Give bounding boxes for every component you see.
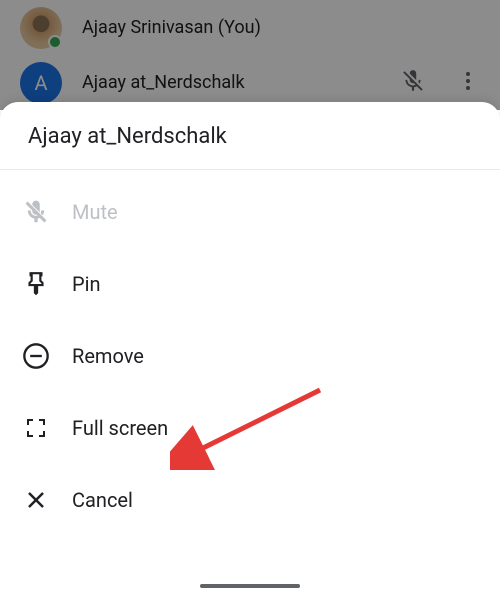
dim-overlay	[0, 0, 500, 110]
mic-muted-icon	[22, 198, 50, 226]
mute-button: Mute	[0, 176, 500, 248]
remove-icon	[22, 342, 50, 370]
menu-label: Full screen	[72, 416, 168, 440]
sheet-header: Ajaay at_Nerdschalk	[0, 102, 500, 170]
pin-icon	[22, 270, 50, 298]
cancel-button[interactable]: Cancel	[0, 464, 500, 536]
menu-label: Remove	[72, 344, 144, 368]
menu-label: Mute	[72, 200, 118, 224]
bottom-sheet: Ajaay at_Nerdschalk Mute Pin	[0, 102, 500, 598]
home-indicator	[200, 584, 300, 588]
menu-label: Pin	[72, 272, 101, 296]
menu-label: Cancel	[72, 488, 133, 512]
menu-list: Mute Pin Remove	[0, 170, 500, 542]
sheet-title: Ajaay at_Nerdschalk	[28, 124, 472, 149]
fullscreen-button[interactable]: Full screen	[0, 392, 500, 464]
remove-button[interactable]: Remove	[0, 320, 500, 392]
pin-button[interactable]: Pin	[0, 248, 500, 320]
close-icon	[22, 486, 50, 514]
fullscreen-icon	[22, 414, 50, 442]
